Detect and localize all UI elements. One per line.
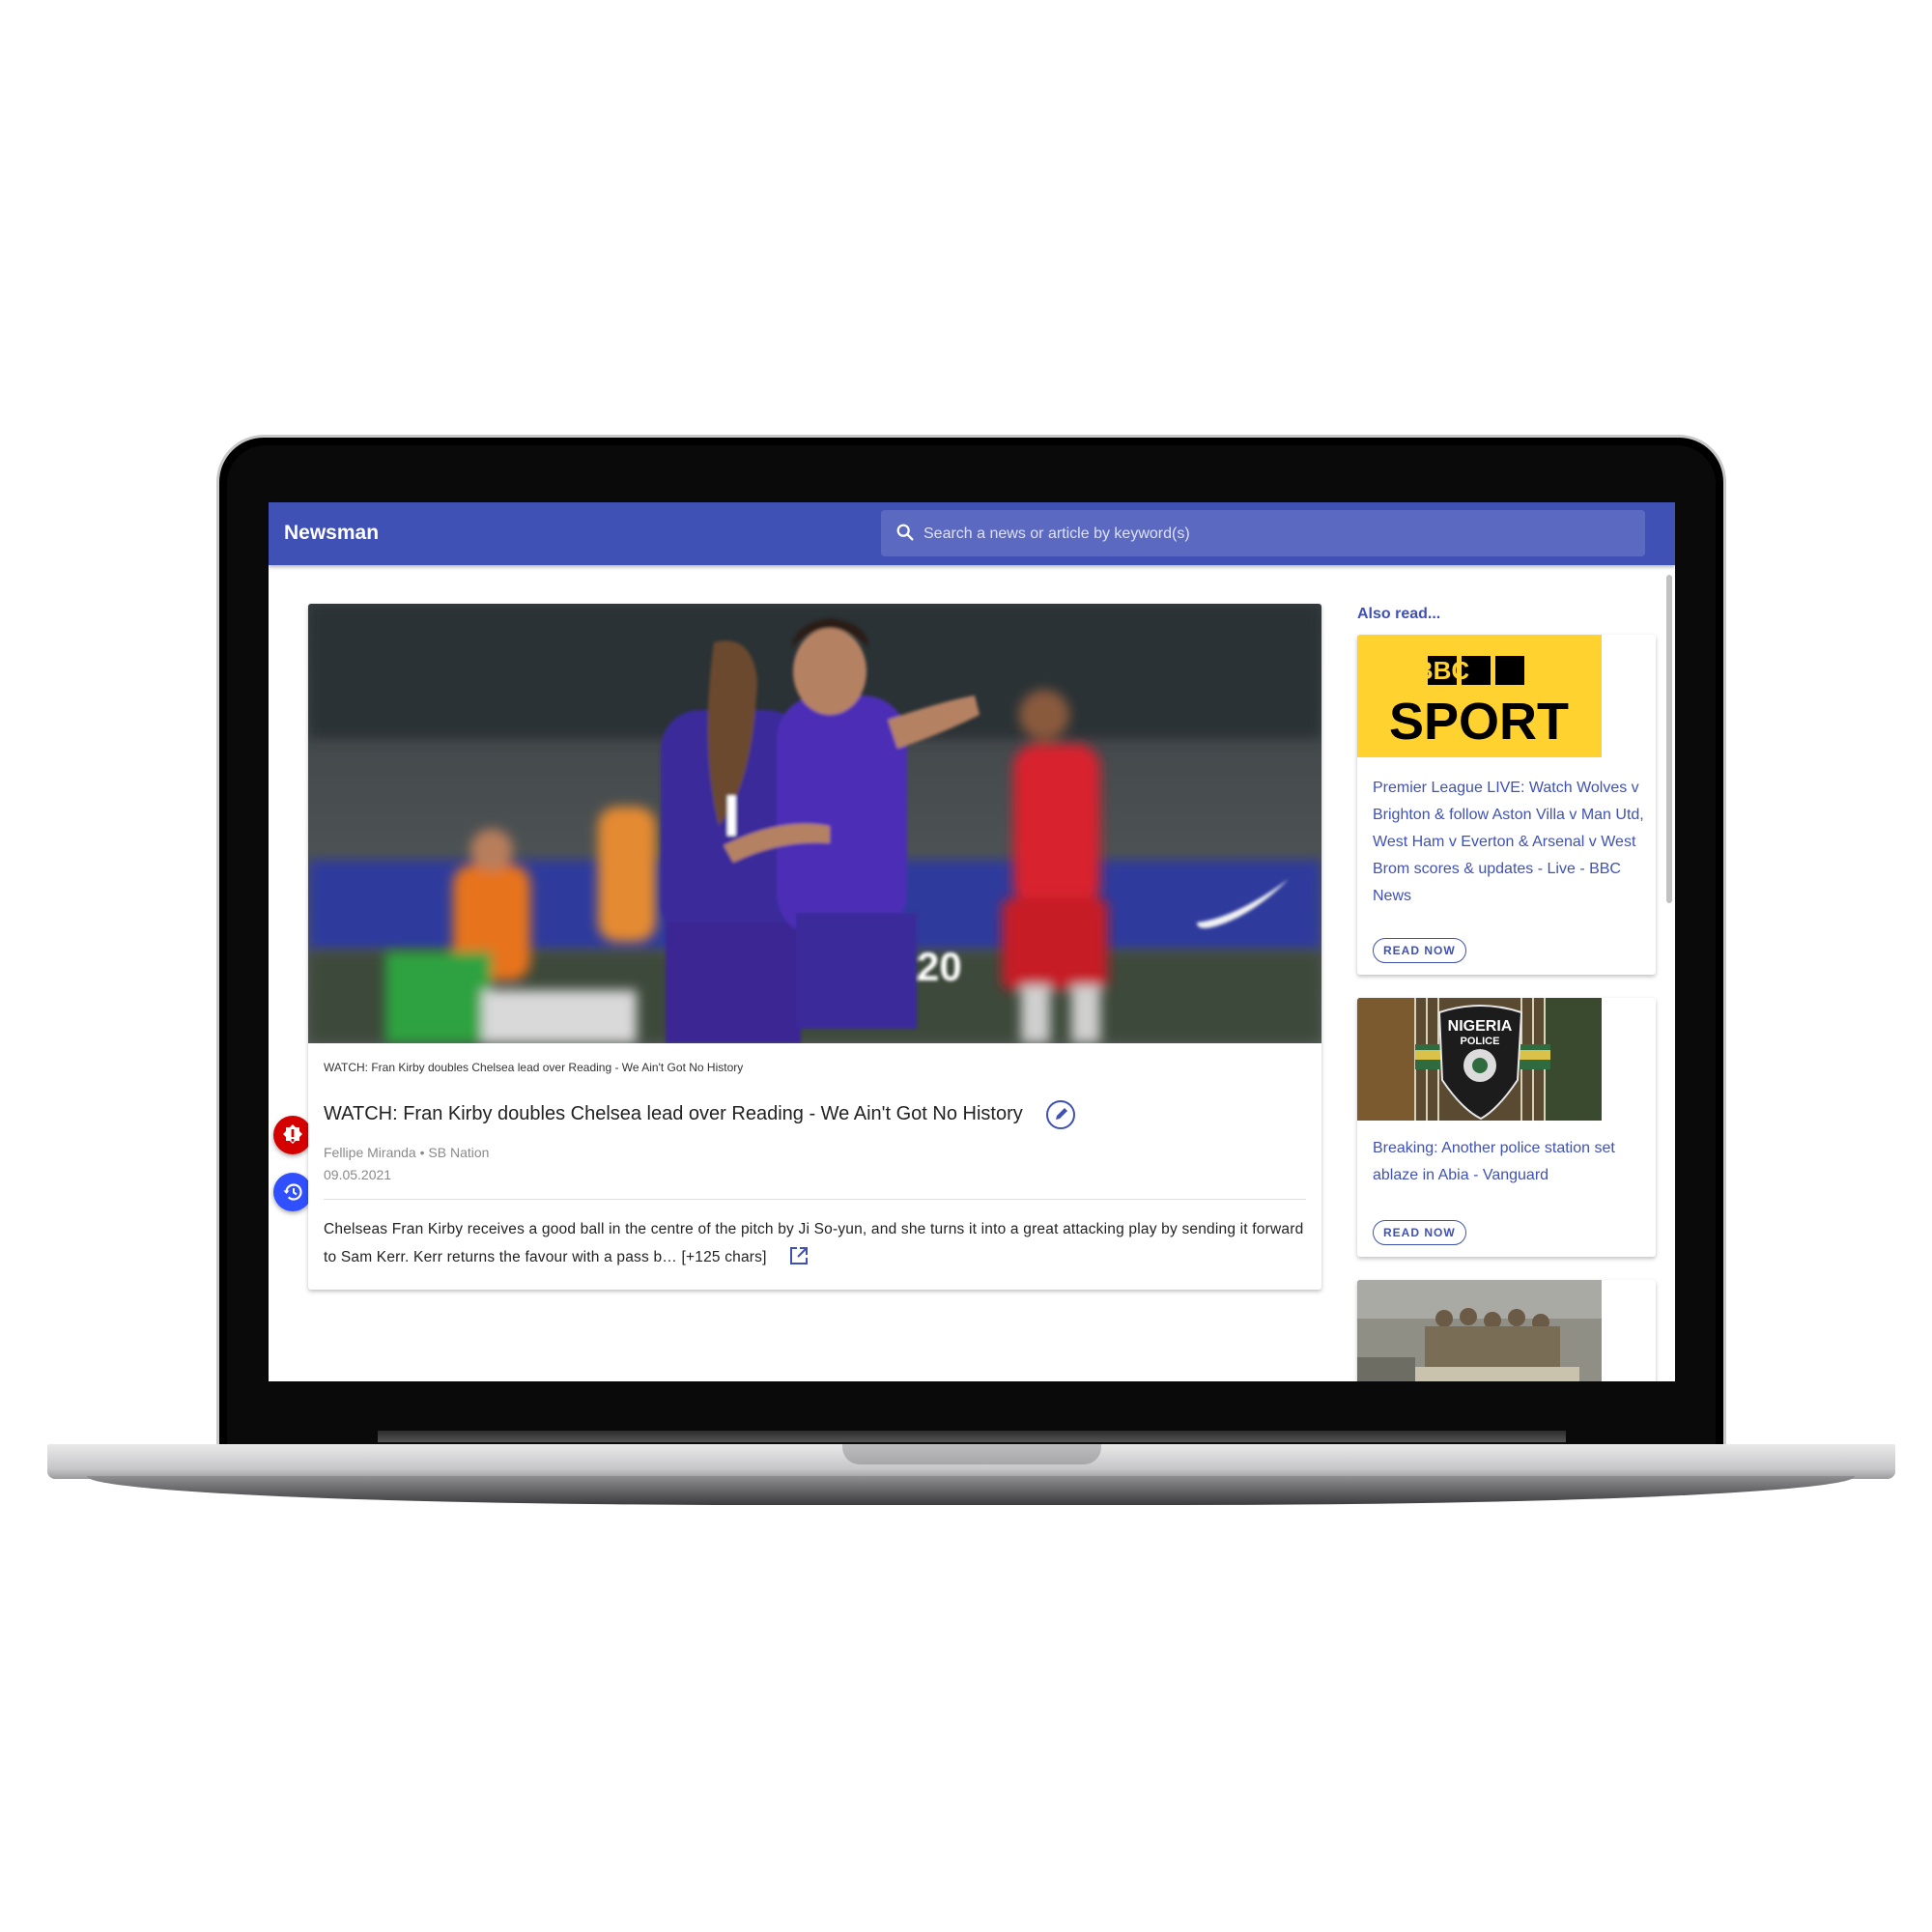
bbc-logo-letter-b1: BBC <box>1415 656 1470 685</box>
article-date: 09.05.2021 <box>324 1167 392 1182</box>
article-caption: WATCH: Fran Kirby doubles Chelsea lead o… <box>324 1061 744 1074</box>
report-button[interactable] <box>273 1116 312 1154</box>
read-now-button[interactable]: READ NOW <box>1373 938 1466 963</box>
nigeria-police-photo[interactable]: NIGERIA POLICE <box>1357 998 1602 1121</box>
scrollbar[interactable] <box>1666 565 1672 1381</box>
also-read-heading: Also read... <box>1357 606 1441 622</box>
article-hero-image[interactable]: 20 I <box>308 604 1321 1043</box>
app-brand[interactable]: Newsman <box>284 522 379 545</box>
search-box[interactable] <box>881 510 1645 556</box>
article-description: Chelseas Fran Kirby receives a good ball… <box>324 1215 1309 1271</box>
football-players-photo: 20 I <box>308 604 1321 1043</box>
open-in-new-icon[interactable] <box>788 1245 810 1266</box>
police-badge-text-bottom: POLICE <box>1461 1036 1500 1047</box>
search-input[interactable] <box>922 520 1621 549</box>
app-bar: Newsman <box>269 502 1675 565</box>
read-now-button[interactable]: READ NOW <box>1373 1220 1466 1245</box>
bbc-sport-logo-image: BBC SPORT <box>1357 635 1602 757</box>
laptop-hinge <box>378 1431 1566 1442</box>
app-screen: Newsman Search a news or article by keyw… <box>269 502 1675 1381</box>
laptop-base-underside <box>87 1476 1855 1505</box>
soldiers-photo[interactable] <box>1357 1280 1602 1381</box>
related-article-title[interactable]: Premier League LIVE: Watch Wolves v Brig… <box>1373 775 1648 910</box>
soldiers-on-truck-image <box>1357 1280 1602 1381</box>
pencil-icon <box>1056 1108 1067 1120</box>
article-byline: Fellipe Miranda • SB Nation <box>324 1145 490 1160</box>
police-badge-text-top: NIGERIA <box>1448 1018 1513 1035</box>
history-icon <box>283 1183 302 1201</box>
article-card: 20 I WATCH: Fran Kirby doubles Chelsea l… <box>308 604 1321 1290</box>
article-description-text: Chelseas Fran Kirby receives a good ball… <box>324 1221 1304 1265</box>
svg-text:20: 20 <box>917 944 962 989</box>
related-article-card <box>1357 1280 1656 1381</box>
related-article-card: BBC SPORT Premier League LIVE: Watch Wol… <box>1357 635 1656 975</box>
bbc-logo-sport: SPORT <box>1389 693 1569 751</box>
svg-text:I: I <box>724 783 740 848</box>
history-button[interactable] <box>273 1173 312 1211</box>
article-divider <box>324 1199 1306 1200</box>
article-title: WATCH: Fran Kirby doubles Chelsea lead o… <box>324 1103 1023 1124</box>
search-icon <box>896 524 914 541</box>
related-article-card: NIGERIA POLICE Breaking: Another police … <box>1357 998 1656 1257</box>
bbc-sport-logo[interactable]: BBC SPORT <box>1357 635 1602 757</box>
edit-button[interactable] <box>1046 1100 1075 1129</box>
nigeria-police-badge-image: NIGERIA POLICE <box>1357 998 1602 1121</box>
laptop-notch <box>842 1444 1101 1464</box>
scrollbar-thumb[interactable] <box>1666 575 1672 903</box>
alert-badge-icon <box>283 1124 302 1144</box>
related-article-title[interactable]: Breaking: Another police station set abl… <box>1373 1135 1648 1189</box>
